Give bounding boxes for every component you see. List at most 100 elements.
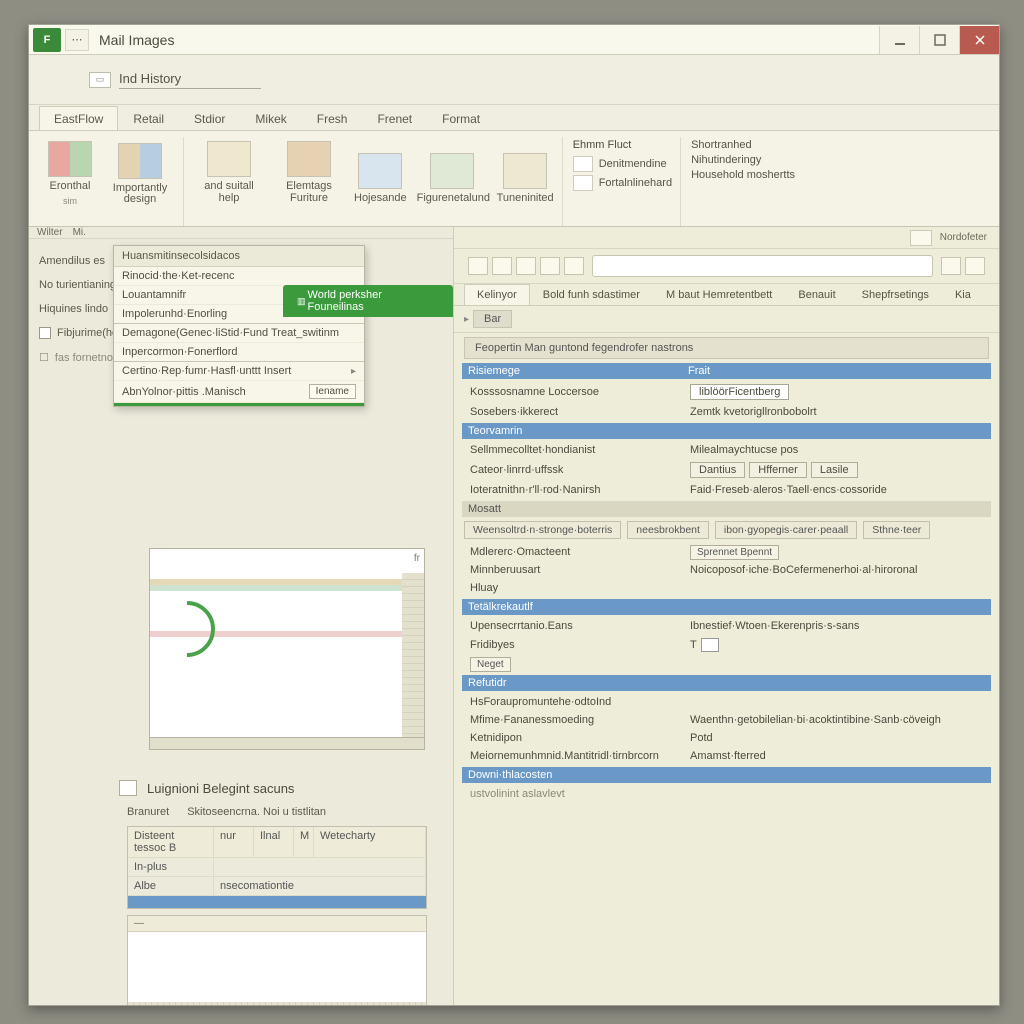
panel-icon-button[interactable]: [910, 230, 932, 246]
ribbon-item[interactable]: Household moshertts: [691, 169, 795, 181]
property-tab[interactable]: Shepfrsetings: [849, 284, 942, 305]
ribbon-tab[interactable]: Fresh: [302, 106, 363, 130]
document-subtitle: Ind History: [119, 71, 261, 89]
toolbar-icon[interactable]: [516, 257, 536, 275]
property-row[interactable]: FridibyesT: [464, 635, 989, 655]
template-button[interactable]: and suitall help: [194, 141, 264, 204]
ruled-input-area[interactable]: —: [127, 915, 427, 1005]
property-category[interactable]: Teorvamrin: [462, 423, 991, 439]
property-action-button[interactable]: Sprennet Bpennt: [690, 545, 779, 560]
ribbon-group-styles: Eronthal sim Importantly design: [37, 137, 184, 226]
active-sheet-tab[interactable]: ▥World perksher Founeilinas: [283, 285, 453, 317]
checkbox-icon[interactable]: [39, 327, 51, 339]
property-category[interactable]: Tetälkrekautlf: [462, 599, 991, 615]
property-row[interactable]: Kosssosnamne LoccersoeliblöörFicentberg: [464, 381, 989, 403]
template-button[interactable]: Figurenetalund: [417, 153, 487, 205]
toolbar-icon[interactable]: [564, 257, 584, 275]
property-value-field[interactable]: liblöörFicentberg: [690, 384, 789, 400]
property-row[interactable]: Ioteratnithn·r'll·rod·NanirshFaid·Freseb…: [464, 481, 989, 499]
property-category[interactable]: RisiemegeFrait: [462, 363, 991, 379]
search-input[interactable]: [592, 255, 933, 277]
table-row[interactable]: Albensecomationtie: [128, 877, 426, 896]
ribbon-tab[interactable]: EastFlow: [39, 106, 118, 130]
toolbar-icon[interactable]: [941, 257, 961, 275]
close-button[interactable]: [959, 26, 999, 54]
quick-access-button[interactable]: ⋯: [65, 29, 89, 51]
pill[interactable]: ibon·gyopegis·carer·peaall: [715, 521, 857, 539]
toolbar-icon[interactable]: [468, 257, 488, 275]
property-category[interactable]: Mosatt: [462, 501, 991, 517]
property-action-button[interactable]: Neget: [470, 657, 511, 672]
app-window: F ⋯ Mail Images ▭ Ind History EastFlow R…: [28, 24, 1000, 1006]
table-header[interactable]: M: [294, 827, 314, 858]
property-row[interactable]: Meiornemunhmnid.Mantitridl·tirnbrcornAma…: [464, 747, 989, 765]
property-tab[interactable]: Kia: [942, 284, 984, 305]
pill[interactable]: neesbrokbent: [627, 521, 709, 539]
ribbon-item[interactable]: Denitmendine: [573, 156, 672, 172]
property-row[interactable]: HsForaupromuntehe·odtoInd: [464, 693, 989, 711]
property-row[interactable]: Hluay: [464, 579, 989, 597]
ribbon-group-templates: and suitall help Elemtags Furiture Hojes…: [186, 137, 563, 226]
template-button[interactable]: Elemtags Furiture: [274, 141, 344, 204]
template-button[interactable]: Tuneninited: [497, 153, 554, 205]
horizontal-scrollbar[interactable]: [149, 738, 425, 750]
table-row[interactable]: In-plus: [128, 858, 426, 877]
menu-item[interactable]: Inpercormon·Fonerflord: [114, 343, 364, 362]
property-row[interactable]: Upensecrrtanio.EansIbnestief·Wtoen·Ekere…: [464, 617, 989, 635]
style-button[interactable]: Eronthal sim: [45, 141, 95, 206]
menu-item[interactable]: Certino·Rep·fumr·Hasfl·unttt Insert▸: [114, 362, 364, 381]
table-header[interactable]: nur: [214, 827, 254, 858]
ribbon-tab[interactable]: Format: [427, 106, 495, 130]
ribbon-item[interactable]: Nihutinderingy: [691, 154, 795, 166]
minimize-button[interactable]: [879, 26, 919, 54]
property-row[interactable]: KetnidiponPotd: [464, 729, 989, 747]
style-button[interactable]: Importantly design: [105, 143, 175, 206]
vertical-ruler[interactable]: [402, 573, 424, 737]
chip[interactable]: Dantius: [690, 462, 745, 478]
property-tab[interactable]: Bold funh sdastimer: [530, 284, 653, 305]
table-header[interactable]: Disteent tessoc B: [128, 827, 214, 858]
property-tab[interactable]: Kelinyor: [464, 284, 530, 305]
property-tab[interactable]: M baut Hemretentbett: [653, 284, 785, 305]
ribbon-tab[interactable]: Frenet: [362, 106, 427, 130]
menu-mini-button[interactable]: Iename: [309, 384, 356, 399]
ribbon-tab[interactable]: Stdior: [179, 106, 240, 130]
property-subbar: Weensoltrd·n·stronge·boterris neesbrokbe…: [464, 521, 989, 539]
ribbon-item[interactable]: Fortalnlinehard: [573, 175, 672, 191]
property-row[interactable]: MinnberuusartNoicoposof·iche·BoCefermene…: [464, 561, 989, 579]
property-category[interactable]: Refutidr: [462, 675, 991, 691]
menu-item[interactable]: Rinocid·the·Ket-recenc: [114, 267, 364, 286]
horizontal-ruler[interactable]: [128, 1002, 426, 1005]
table-selection-band: [128, 896, 426, 908]
pill[interactable]: Weensoltrd·n·stronge·boterris: [464, 521, 621, 539]
ribbon-group-list-b: Shortranhed Nihutinderingy Household mos…: [683, 137, 803, 226]
template-button[interactable]: Hojesande: [354, 153, 407, 205]
ribbon-tab[interactable]: Retail: [118, 106, 179, 130]
menu-accent-bar: [114, 403, 364, 406]
property-tabs: Kelinyor Bold funh sdastimer M baut Hemr…: [454, 284, 999, 306]
ribbon-item[interactable]: Shortranhed: [691, 139, 795, 151]
menu-item[interactable]: Demagone(Genec·liStid·Fund Treat_switinm: [114, 324, 364, 343]
color-swatch[interactable]: [701, 638, 719, 652]
property-row[interactable]: Mdlererc·OmacteentSprennet Bpennt: [464, 543, 989, 561]
chip[interactable]: Hfferner: [749, 462, 807, 478]
property-tab[interactable]: Benauit: [785, 284, 848, 305]
menu-item[interactable]: AbnYolnor·pittis .ManischIename: [114, 381, 364, 403]
property-category[interactable]: Downi·thlacosten: [462, 767, 991, 783]
property-row[interactable]: Neget: [464, 655, 989, 673]
property-subtab[interactable]: Bar: [473, 310, 512, 328]
pill[interactable]: Sthne·teer: [863, 521, 930, 539]
ribbon-tab[interactable]: Mikek: [240, 106, 301, 130]
toolbar-icon[interactable]: [492, 257, 512, 275]
property-row[interactable]: Cateor·linrrd·uffsskDantiusHffernerLasil…: [464, 459, 989, 481]
property-row[interactable]: Sosebers·ikkerectZemtk kvetorigllronbobo…: [464, 403, 989, 421]
property-row[interactable]: Sellmmecolltet·hondianistMilealmaychtucs…: [464, 441, 989, 459]
table-header[interactable]: Wetecharty: [314, 827, 426, 858]
property-row[interactable]: Mfime·FananessmoedingWaenthn·getobilelia…: [464, 711, 989, 729]
property-footer: ustvolinint aslavlevt: [464, 785, 989, 803]
toolbar-icon[interactable]: [540, 257, 560, 275]
chip[interactable]: Lasile: [811, 462, 858, 478]
toolbar-icon[interactable]: [965, 257, 985, 275]
table-header[interactable]: Ilnal: [254, 827, 294, 858]
maximize-button[interactable]: [919, 26, 959, 54]
